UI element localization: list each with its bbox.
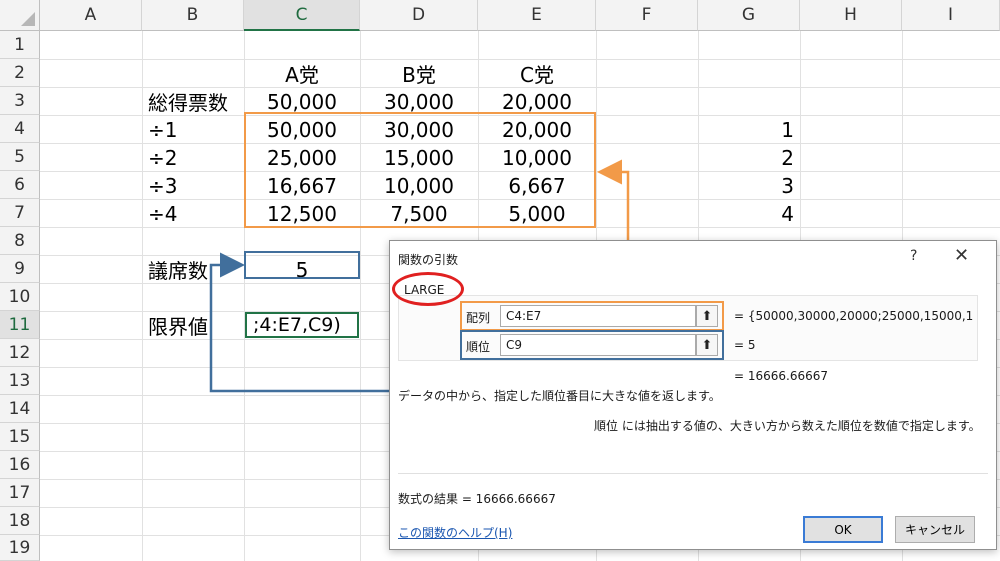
dialog-divider [398,473,988,474]
cell-c2[interactable]: A党 [244,60,360,87]
function-arguments-dialog: 関数の引数 ? ✕ LARGE 配列 C4:E7 ⬆ = {50000,3000… [389,240,997,550]
column-header-a[interactable]: A [40,0,142,31]
arg1-evaluated-value: = {50000,30000,20000;25000,15000,1 [734,309,974,323]
dialog-title: 関数の引数 [398,253,459,267]
row-header-18[interactable]: 18 [0,507,40,535]
row-header-17[interactable]: 17 [0,479,40,507]
argument-description: 順位 には抽出する値の、大きい方から数えた順位を数値で指定します。 [594,419,981,433]
column-header-g[interactable]: G [698,0,800,31]
cell-g7[interactable]: 4 [698,200,800,227]
result-preview: = 16666.66667 [734,369,829,383]
row-header-8[interactable]: 8 [0,227,40,255]
cancel-button[interactable]: キャンセル [895,516,975,543]
cell-g6[interactable]: 3 [698,172,800,199]
row-header-11[interactable]: 11 [0,311,40,339]
cell-g4[interactable]: 1 [698,116,800,143]
column-header-d[interactable]: D [360,0,478,31]
row-header-13[interactable]: 13 [0,367,40,395]
ok-button[interactable]: OK [803,516,883,543]
arg1-label: 配列 [466,311,491,325]
help-question-icon[interactable]: ? [910,248,917,264]
row-header-19[interactable]: 19 [0,535,40,561]
row-header-7[interactable]: 7 [0,199,40,227]
column-header-f[interactable]: F [596,0,698,31]
cell-b9[interactable]: 議席数 [142,256,244,283]
cell-b4[interactable]: ÷1 [142,116,244,143]
close-icon[interactable]: ✕ [954,245,969,266]
rank-input[interactable]: C9 [500,334,696,356]
row-header-10[interactable]: 10 [0,283,40,311]
column-header-e[interactable]: E [478,0,596,31]
column-header-i[interactable]: I [902,0,1000,31]
row-header-5[interactable]: 5 [0,143,40,171]
arg2-label: 順位 [466,340,491,354]
row-header-14[interactable]: 14 [0,395,40,423]
array-input[interactable]: C4:E7 [500,305,696,327]
cell-b11[interactable]: 限界値 [142,312,244,339]
cell-g5[interactable]: 2 [698,144,800,171]
cell-b7[interactable]: ÷4 [142,200,244,227]
row-header-2[interactable]: 2 [0,59,40,87]
cell-c11-active[interactable]: ;4:E7,C9) [245,312,359,338]
cell-d3[interactable]: 30,000 [360,88,478,115]
function-help-link[interactable]: この関数のヘルプ(H) [398,524,512,541]
column-header-c[interactable]: C [244,0,360,31]
column-header-h[interactable]: H [800,0,902,31]
row-header-1[interactable]: 1 [0,31,40,59]
row-header-6[interactable]: 6 [0,171,40,199]
cell-d2[interactable]: B党 [360,60,478,87]
array-range-highlight [244,112,596,228]
cell-e3[interactable]: 20,000 [478,88,596,115]
row-header-9[interactable]: 9 [0,255,40,283]
formula-result: 数式の結果 = 16666.66667 [398,492,556,506]
column-header-b[interactable]: B [142,0,244,31]
cell-b5[interactable]: ÷2 [142,144,244,171]
select-all-corner[interactable] [0,0,40,31]
cell-c3[interactable]: 50,000 [244,88,360,115]
row-header-15[interactable]: 15 [0,423,40,451]
row-header-12[interactable]: 12 [0,339,40,367]
collapse-dialog-icon[interactable]: ⬆ [696,305,718,327]
function-description: データの中から、指定した順位番目に大きな値を返します。 [398,389,721,403]
row-header-3[interactable]: 3 [0,87,40,115]
cell-b3[interactable]: 総得票数 [142,88,252,115]
row-header-16[interactable]: 16 [0,451,40,479]
rank-cell-highlight [244,251,360,279]
function-name-highlight-circle [392,272,464,306]
arg2-evaluated-value: = 5 [734,338,756,352]
row-header-4[interactable]: 4 [0,115,40,143]
collapse-dialog-icon[interactable]: ⬆ [696,334,718,356]
cell-e2[interactable]: C党 [478,60,596,87]
cell-b6[interactable]: ÷3 [142,172,244,199]
